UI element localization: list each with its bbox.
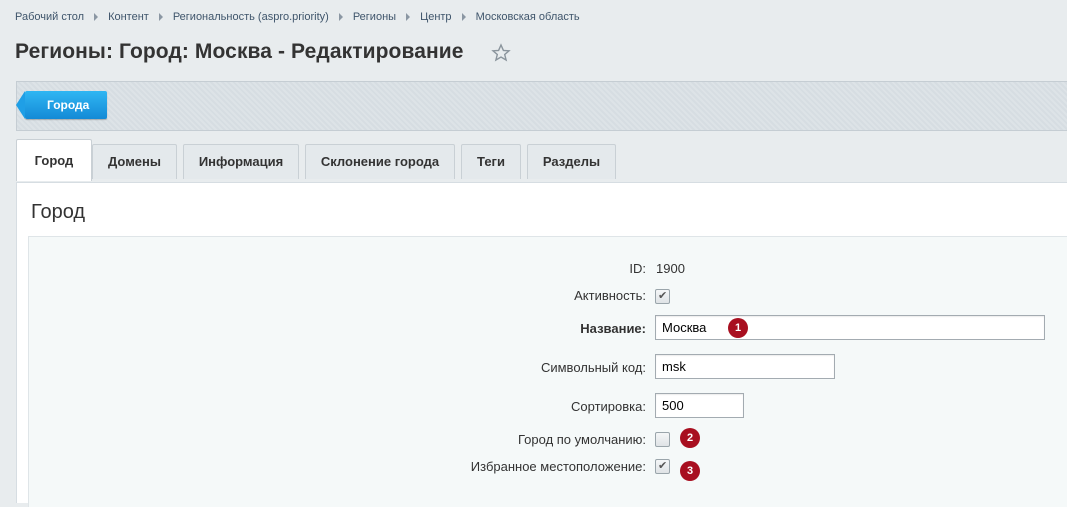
name-label: Название: xyxy=(580,321,646,336)
name-input[interactable] xyxy=(655,315,1045,340)
breadcrumb: Рабочий стол Контент Региональность (aspro… xyxy=(15,11,580,23)
favorite-location-label: Избранное местоположение: xyxy=(470,459,646,474)
breadcrumb-item[interactable]: Регионы xyxy=(353,11,396,23)
sort-input[interactable] xyxy=(655,393,744,418)
symbolic-code-label: Символьный код: xyxy=(540,360,646,375)
breadcrumb-separator-icon xyxy=(94,13,99,22)
tab-information[interactable]: Информация xyxy=(183,144,299,179)
annotation-marker: 3 xyxy=(680,461,700,481)
tab-city-declension[interactable]: Склонение города xyxy=(305,144,455,179)
default-city-checkbox[interactable] xyxy=(655,432,670,447)
annotation-marker: 1 xyxy=(728,318,748,338)
breadcrumb-separator-icon xyxy=(406,13,411,22)
tab-domains[interactable]: Домены xyxy=(92,144,177,179)
check-icon: ✔ xyxy=(658,289,668,302)
default-city-label: Город по умолчанию: xyxy=(518,432,646,447)
sort-label: Сортировка: xyxy=(571,399,646,414)
tab-tags[interactable]: Теги xyxy=(461,144,521,179)
edit-panel: Город xyxy=(16,182,1067,507)
toolbar: Города xyxy=(15,81,1067,131)
check-icon: ✔ xyxy=(658,459,668,472)
breadcrumb-separator-icon xyxy=(461,13,466,22)
active-label: Активность: xyxy=(574,288,646,303)
tabs-bar: Город Домены Информация Склонение города… xyxy=(16,139,1067,183)
breadcrumb-item[interactable]: Рабочий стол xyxy=(15,11,84,23)
breadcrumb-item[interactable]: Региональность (aspro.priority) xyxy=(173,11,329,23)
star-icon[interactable] xyxy=(491,43,511,63)
tab-sections[interactable]: Разделы xyxy=(527,144,616,179)
page-title: Регионы: Город: Москва - Редактирование xyxy=(15,40,464,63)
breadcrumb-item[interactable]: Контент xyxy=(108,11,149,23)
annotation-marker: 2 xyxy=(680,428,700,448)
back-to-cities-button[interactable]: Города xyxy=(15,91,108,119)
favorite-location-checkbox[interactable]: ✔ xyxy=(655,459,670,474)
symbolic-code-input[interactable] xyxy=(655,354,835,379)
breadcrumb-item[interactable]: Центр xyxy=(420,11,452,23)
id-label: ID: xyxy=(629,261,646,276)
breadcrumb-item[interactable]: Московская область xyxy=(476,11,580,23)
breadcrumb-separator-icon xyxy=(338,13,343,22)
id-value: 1900 xyxy=(656,261,685,276)
breadcrumb-separator-icon xyxy=(158,13,163,22)
tab-city[interactable]: Город xyxy=(16,139,92,181)
active-checkbox[interactable]: ✔ xyxy=(655,289,670,304)
section-title: Город xyxy=(31,201,86,223)
